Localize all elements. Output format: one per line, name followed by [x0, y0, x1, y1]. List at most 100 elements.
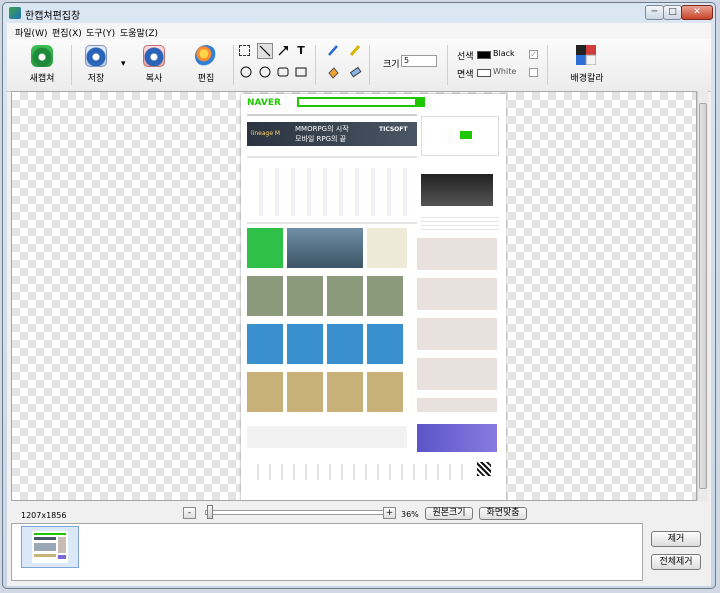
pen-tool-icon[interactable]	[325, 43, 341, 59]
window-title: 한캡쳐편집창	[25, 11, 81, 22]
close-button[interactable]: ✕	[681, 5, 713, 20]
paint-bucket-icon	[328, 67, 339, 79]
edit-label: 편집	[197, 74, 215, 84]
ellipse-tool-icon[interactable]	[238, 65, 254, 81]
menu-help[interactable]: 도움말(Z)	[120, 26, 158, 39]
photo-tile	[367, 228, 407, 268]
scrollbar-thumb[interactable]	[699, 103, 707, 489]
zoom-slider[interactable]	[205, 510, 389, 515]
copy-camera-icon	[143, 45, 165, 67]
login-button	[460, 131, 472, 139]
zoom-in-button[interactable]: +	[383, 507, 396, 519]
naver-search-box	[297, 97, 417, 107]
toolbar-divider	[369, 45, 370, 85]
side-text	[421, 214, 499, 230]
pen-icon	[328, 45, 338, 56]
side-column	[417, 234, 497, 412]
rect-icon	[295, 67, 307, 77]
naver-header: NAVER	[241, 94, 506, 112]
eraser-icon	[349, 66, 362, 78]
eraser-tool-icon[interactable]	[347, 65, 363, 81]
footer	[247, 464, 467, 480]
tab-divider	[247, 222, 417, 224]
naver-logo: NAVER	[247, 98, 281, 108]
fit-screen-button[interactable]: 화면맞춤	[479, 507, 527, 520]
menu-edit[interactable]: 편집(X)	[52, 26, 82, 39]
rect-select-icon[interactable]	[239, 45, 250, 56]
video-thumbnail	[421, 174, 493, 206]
line-color-checkbox[interactable]: ✓	[529, 50, 538, 59]
fill-color-label: 면색	[457, 70, 474, 80]
original-size-button[interactable]: 원본크기	[425, 507, 473, 520]
thumbnail-item[interactable]	[21, 526, 79, 568]
new-capture-label: 새캡쳐	[29, 74, 55, 84]
photo-row	[247, 276, 407, 316]
remove-button[interactable]: 제거	[651, 531, 701, 547]
menu-bar: 파일(W) 편집(X) 도구(Y) 도움말(Z)	[7, 23, 711, 39]
banner-brand: TICSOFT	[379, 126, 408, 133]
app-icon	[9, 7, 21, 19]
color-grid-svg	[576, 45, 597, 66]
text-tool-icon[interactable]: T	[293, 43, 309, 59]
menu-tools[interactable]: 도구(Y)	[86, 26, 115, 39]
client-area: 파일(W) 편집(X) 도구(Y) 도움말(Z) 새캡쳐 저장 ▾ 복사 편집	[7, 23, 711, 586]
canvas-area[interactable]: NAVER lineage M MMORPG의 시작 모바일 RPG의 끝 TI…	[11, 91, 697, 501]
background-color-button[interactable]: 배경칼라	[559, 45, 615, 87]
image-dimensions: 1207x1856	[21, 511, 67, 520]
title-bar: 한캡쳐편집창 ─ □ ✕	[3, 3, 715, 23]
background-color-label: 배경칼라	[570, 74, 604, 84]
main-window: 한캡쳐편집창 ─ □ ✕ 파일(W) 편집(X) 도구(Y) 도움말(Z) 새캡…	[2, 2, 716, 589]
fill-color-swatch[interactable]	[477, 69, 491, 77]
ad-banner: lineage M MMORPG의 시작 모바일 RPG의 끝 TICSOFT	[247, 122, 417, 146]
fill-tool-icon[interactable]	[325, 65, 341, 81]
fill-color-name: White	[493, 67, 517, 76]
toolbar-divider	[71, 45, 72, 85]
highlighter-tool-icon[interactable]	[347, 43, 363, 59]
thumbnail-preview	[34, 533, 66, 559]
menu-file[interactable]: 파일(W)	[15, 26, 47, 39]
zoom-slider-handle[interactable]	[207, 505, 213, 519]
copy-button[interactable]: 복사	[131, 45, 177, 87]
toolbar: 새캡쳐 저장 ▾ 복사 편집 T 크기 5 선색 Black ✓ 면색 Whit…	[7, 39, 711, 92]
circle-tool-icon[interactable]	[257, 65, 273, 81]
zoom-out-button[interactable]: -	[183, 507, 196, 519]
remove-all-button[interactable]: 전체제거	[651, 554, 701, 570]
copy-label: 복사	[145, 74, 163, 84]
captured-page: NAVER lineage M MMORPG의 시작 모바일 RPG의 끝 TI…	[241, 94, 506, 500]
press-logos	[247, 168, 417, 216]
line-color-swatch[interactable]	[477, 51, 491, 59]
arrow-tool-icon[interactable]	[275, 43, 291, 59]
vertical-scrollbar[interactable]	[697, 91, 708, 501]
save-camera-icon	[85, 45, 107, 67]
edit-button[interactable]: 편집	[183, 45, 229, 87]
new-capture-button[interactable]: 새캡쳐	[19, 45, 65, 87]
line-tool-icon[interactable]	[257, 43, 273, 59]
round-rect-tool-icon[interactable]	[275, 65, 291, 81]
thumbnail-image	[32, 531, 68, 563]
minimize-button[interactable]: ─	[645, 5, 664, 20]
save-label: 저장	[87, 74, 105, 84]
purple-ad	[417, 424, 497, 452]
color-grid-icon	[576, 45, 597, 66]
toolbar-divider	[315, 45, 316, 85]
line-icon	[259, 45, 271, 57]
save-button[interactable]: 저장	[73, 45, 119, 87]
size-input[interactable]: 5	[401, 55, 437, 67]
camera-icon	[31, 45, 53, 67]
maximize-button[interactable]: □	[663, 5, 682, 20]
palette-icon	[195, 45, 217, 67]
thumbnail-strip	[11, 523, 643, 581]
naver-search-button	[415, 97, 425, 107]
rect-tool-icon[interactable]	[293, 65, 309, 81]
green-tile	[247, 228, 283, 268]
fill-color-checkbox[interactable]	[529, 68, 538, 77]
toolbar-divider	[447, 45, 448, 85]
news-divider	[247, 156, 417, 158]
size-label: 크기	[383, 60, 400, 70]
zoom-level: 36%	[401, 510, 419, 519]
arrow-icon	[278, 46, 288, 56]
save-dropdown-icon[interactable]: ▾	[121, 59, 126, 69]
line-color-name: Black	[493, 49, 515, 58]
photo-row	[247, 372, 407, 412]
highlighter-icon	[349, 45, 361, 56]
